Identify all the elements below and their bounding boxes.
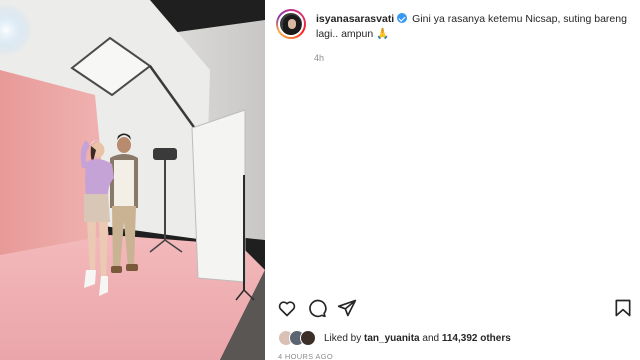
post-side-panel: isyanasarasvati Gini ya rasanya ketemu N… [265, 0, 640, 360]
liker-avatar [300, 330, 316, 346]
liker-username[interactable]: tan_yuanita [364, 333, 420, 344]
liker-avatars [278, 330, 318, 346]
avatar-image [278, 11, 304, 37]
caption-time-ago: 4h [314, 53, 325, 63]
post-caption-block: isyanasarasvati Gini ya rasanya ketemu N… [276, 9, 636, 49]
bookmark-icon[interactable] [613, 298, 633, 318]
verified-badge-icon [397, 13, 408, 23]
post-photo[interactable] [0, 0, 265, 360]
comment-icon[interactable] [307, 298, 327, 318]
heart-icon[interactable] [277, 298, 297, 318]
post-timestamp: 4 HOURS AGO [278, 352, 333, 360]
likes-prefix: Liked by [324, 332, 362, 344]
likes-summary: Liked by tan_yuanita and 114,392 others [278, 329, 511, 347]
likes-connector: and [422, 332, 440, 344]
photoshoot-image [0, 0, 265, 360]
author-avatar[interactable] [276, 9, 306, 39]
paper-plane-icon[interactable] [337, 298, 357, 318]
post-actions-bar [265, 288, 640, 328]
post-caption: isyanasarasvati Gini ya rasanya ketemu N… [316, 12, 634, 42]
author-username[interactable]: isyanasarasvati [316, 13, 394, 25]
likes-count[interactable]: 114,392 others [442, 333, 511, 344]
